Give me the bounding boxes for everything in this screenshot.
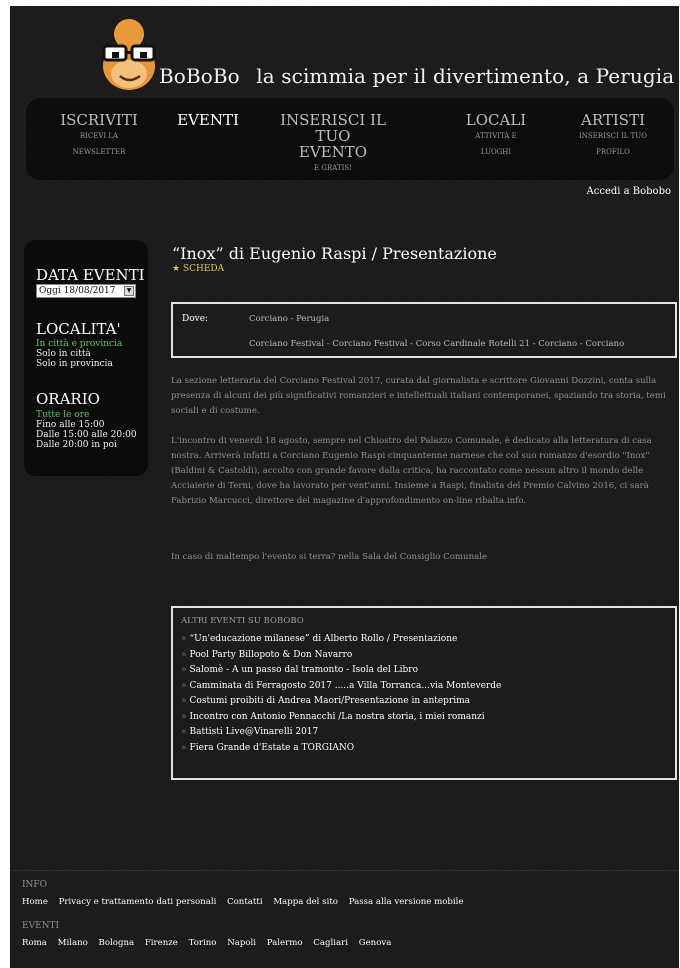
orario-option[interactable]: Fino alle 15:00 [36,420,104,430]
localita-heading: LOCALITA' [36,320,121,338]
footer-city-link[interactable]: Napoli [227,938,256,948]
orario-heading: ORARIO [36,390,100,408]
list-item[interactable]: » Costumi proibiti di Andrea Maori/Presen… [181,694,501,710]
list-item-label[interactable]: Costumi proibiti di Andrea Maori/Present… [190,696,471,706]
login-link[interactable]: Accedi a Bobobo [587,186,671,197]
footer-link-home[interactable]: Home [22,897,48,907]
monkey-logo-icon[interactable] [100,14,158,92]
list-item[interactable]: » Incontro con Antonio Pennacchi /La nost… [181,710,501,726]
list-item[interactable]: » Fiera Grande d'Estate a TORGIANO [181,741,501,757]
dove-address: Corciano Festival - Corciano Festival - … [249,339,625,349]
chevron-down-icon[interactable]: ▼ [124,286,134,296]
nav-subtitle: INSERISCI IL TUO [579,132,647,140]
location-box: Dove: Corciano - Perugia Corciano Festiv… [171,302,677,358]
footer-city-link[interactable]: Roma [22,938,47,948]
localita-option[interactable]: Solo in provincia [36,359,113,369]
list-item-label[interactable]: “Un'educazione milanese” di Alberto Roll… [190,634,458,644]
footer-city-link[interactable]: Firenze [145,938,178,948]
nav-item-iscriviti[interactable]: ISCRIVITI RICEVI LA NEWSLETTER [60,112,138,160]
main-nav: ISCRIVITI RICEVI LA NEWSLETTER EVENTI IN… [26,98,674,180]
footer-city-link[interactable]: Torino [189,938,217,948]
event-title: “Inox” di Eugenio Raspi / Presentazione [172,244,497,263]
nav-item-eventi[interactable]: EVENTI [176,112,240,128]
footer-info-links: Home Privacy e trattamento dati personal… [22,897,472,907]
nav-subtitle: PROFILO [596,148,630,156]
page-frame: BoBoBo la scimmia per il divertimento, a… [10,6,679,968]
other-events-list: » “Un'educazione milanese” di Alberto Rol… [181,632,501,756]
nav-title: ARTISTI [581,111,645,129]
date-select-value: Oggi 18/08/2017 [39,286,116,296]
nav-title: ISCRIVITI [60,111,138,129]
localita-option[interactable]: In città e provincia [36,339,122,349]
list-item-label[interactable]: Salomè - A un passo dal tramonto - Isola… [190,665,418,675]
event-description: La sezione letteraria del Corciano Festi… [171,376,666,416]
footer-city-link[interactable]: Cagliari [313,938,348,948]
footer-city-links: Roma Milano Bologna Firenze Torino Napol… [22,938,399,948]
nav-item-artisti[interactable]: ARTISTI INSERISCI IL TUO PROFILO [566,112,660,160]
list-item-label[interactable]: Pool Party Billopoto & Don Navarro [190,650,353,660]
orario-option[interactable]: Dalle 20:00 in poi [36,440,117,450]
footer-link-privacy[interactable]: Privacy e trattamento dati personali [59,897,217,907]
footer-divider [10,870,679,871]
nav-title: LOCALI [465,111,527,129]
footer-link-mobile[interactable]: Passa alla versione mobile [349,897,464,907]
other-events-box: ALTRI EVENTI SU BOBOBO » “Un'educazione m… [171,606,677,780]
orario-option[interactable]: Dalle 15:00 alle 20:00 [36,430,137,440]
localita-option[interactable]: Solo in città [36,349,91,359]
site-tagline: la scimmia per il divertimento, a Perugi… [256,64,675,88]
footer-city-link[interactable]: Bologna [99,938,135,948]
event-description: In caso di maltempo l'evento si terra? n… [171,552,488,562]
footer-city-link[interactable]: Palermo [267,938,303,948]
event-description: L'incontro di venerdì 18 agosto, sempre … [171,436,652,506]
date-heading: DATA EVENTI [36,266,145,284]
site-name: BoBoBo [159,64,240,88]
nav-title: INSERISCI IL TUO [280,111,386,145]
nav-subtitle: ATTIVITÀ E [475,132,517,140]
site-title[interactable]: BoBoBo la scimmia per il divertimento, a… [159,64,674,88]
footer-info-heading: INFO [22,880,48,890]
other-events-title: ALTRI EVENTI SU BOBOBO [181,616,304,626]
list-item-label[interactable]: Incontro con Antonio Pennacchi /La nostr… [190,712,485,722]
footer-city-link[interactable]: Genova [359,938,392,948]
list-item[interactable]: » Camminata di Ferragosto 2017 .....a Vil… [181,679,501,695]
dove-city: Corciano - Perugia [249,314,330,324]
list-item-label[interactable]: Fiera Grande d'Estate a TORGIANO [190,743,355,753]
nav-item-inserisci-evento[interactable]: INSERISCI IL TUO EVENTO E GRATIS! [262,112,404,176]
list-item-label[interactable]: Battisti Live@Vinarelli 2017 [190,727,319,737]
list-item[interactable]: » “Un'educazione milanese” di Alberto Rol… [181,632,501,648]
nav-subtitle: RICEVI LA [79,132,119,140]
scheda-link[interactable]: ★ SCHEDA [172,264,224,274]
nav-subtitle: E GRATIS! [314,164,352,172]
footer-link-mappa[interactable]: Mappa del sito [273,897,338,907]
footer-link-contatti[interactable]: Contatti [227,897,263,907]
filter-sidebar: DATA EVENTI Oggi 18/08/2017 ▼ LOCALITA' … [24,240,148,476]
nav-subtitle: LUOGHI [480,148,512,156]
dove-label: Dove: [182,314,209,324]
footer-city-link[interactable]: Milano [58,938,88,948]
footer-eventi-heading: EVENTI [22,921,60,931]
nav-item-locali[interactable]: LOCALI ATTIVITÀ E LUOGHI [456,112,536,160]
nav-title: EVENTO [298,143,368,161]
list-item[interactable]: » Pool Party Billopoto & Don Navarro [181,648,501,664]
nav-title: EVENTI [177,111,239,129]
orario-option[interactable]: Tutte le ore [36,410,89,420]
list-item[interactable]: » Salomè - A un passo dal tramonto - Isol… [181,663,501,679]
list-item-label[interactable]: Camminata di Ferragosto 2017 .....a Vill… [190,681,502,691]
nav-subtitle: NEWSLETTER [72,148,126,156]
list-item[interactable]: » Battisti Live@Vinarelli 2017 [181,725,501,741]
date-select[interactable]: Oggi 18/08/2017 ▼ [36,284,136,298]
